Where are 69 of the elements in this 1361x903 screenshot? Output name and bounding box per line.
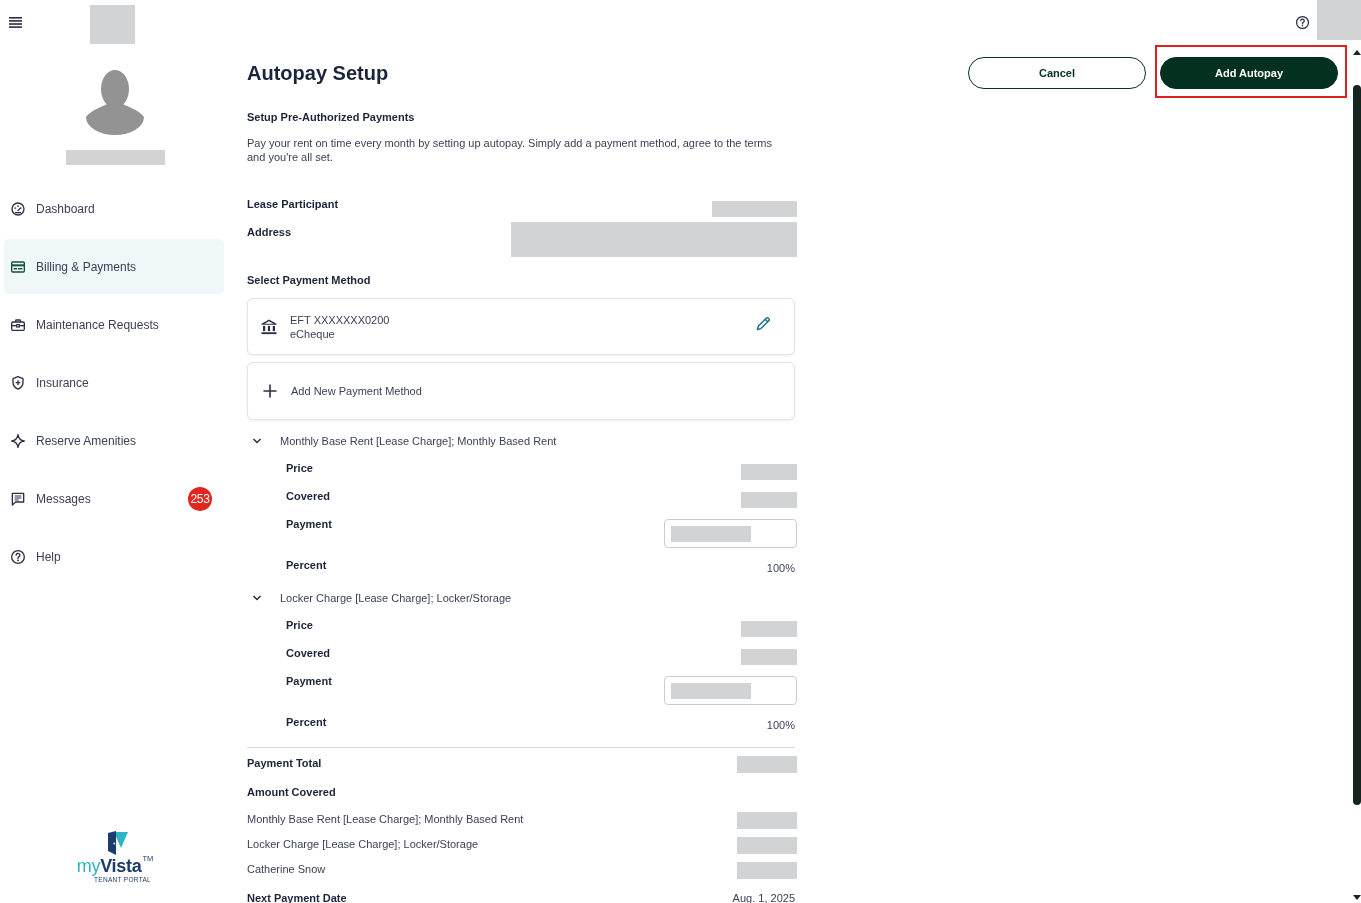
summary-label: Payment Total bbox=[247, 756, 322, 771]
intro-paragraph: Pay your rent on time every month by setting up autopay. Simply add a payment method, agree to the terms and you're all set. bbox=[247, 136, 774, 164]
avatar-silhouette bbox=[85, 70, 145, 135]
nav-item[interactable]: Help bbox=[4, 529, 224, 584]
method-title: EFT XXXXXXX0200 bbox=[290, 312, 390, 327]
scroll-down-icon[interactable] bbox=[1352, 895, 1361, 900]
bank-icon bbox=[260, 317, 278, 336]
add-autopay-button[interactable]: Add Autopay bbox=[1160, 57, 1338, 89]
field-label: Percent bbox=[286, 715, 327, 730]
section-heading: Select Payment Method bbox=[247, 273, 372, 288]
page-title: Autopay Setup bbox=[247, 61, 390, 85]
toolbox-icon bbox=[10, 316, 26, 333]
shield-plus-icon bbox=[10, 374, 26, 391]
summary-label: Amount Covered bbox=[247, 785, 336, 800]
redacted-block bbox=[741, 492, 797, 508]
gauge-icon bbox=[10, 200, 26, 217]
field-label: Covered bbox=[286, 489, 331, 504]
method-type: eCheque bbox=[290, 326, 335, 341]
cancel-button[interactable]: Cancel bbox=[968, 57, 1146, 89]
chevron-down-icon[interactable] bbox=[252, 436, 262, 446]
redacted-block bbox=[90, 5, 135, 44]
value-text: 100% bbox=[766, 561, 795, 576]
field-label: Percent bbox=[286, 558, 327, 573]
field-label: Payment bbox=[286, 517, 332, 532]
redacted-block bbox=[741, 464, 797, 480]
payment-input[interactable] bbox=[664, 519, 797, 548]
sparkle-icon bbox=[10, 432, 26, 449]
charge-title: Monthly Base Rent [Lease Charge]; Monthly Based Rent bbox=[280, 434, 557, 449]
help-icon bbox=[10, 548, 26, 565]
payment-input[interactable] bbox=[664, 676, 797, 705]
summary-label: Locker Charge [Lease Charge]; Locker/Storage bbox=[247, 837, 479, 852]
door-logo-icon bbox=[106, 831, 128, 855]
nav-item[interactable]: Reserve Amenities bbox=[4, 413, 224, 468]
redacted-block bbox=[741, 649, 797, 665]
value-text: 100% bbox=[766, 718, 795, 733]
summary-label: Catherine Snow bbox=[247, 862, 326, 877]
redacted-block bbox=[741, 621, 797, 637]
redacted-block bbox=[1317, 0, 1361, 40]
nav-item[interactable]: Messages 253 bbox=[4, 471, 224, 526]
pencil-icon[interactable] bbox=[755, 315, 772, 332]
plus-icon bbox=[263, 384, 277, 398]
logo-wordmark: myVista bbox=[76, 856, 142, 876]
payment-method-card[interactable]: EFT XXXXXXX0200 eCheque bbox=[247, 298, 795, 355]
field-label: Price bbox=[286, 618, 313, 633]
nav-item[interactable]: Billing & Payments bbox=[4, 239, 224, 294]
field-label: Covered bbox=[286, 646, 331, 661]
redacted-block bbox=[737, 756, 797, 773]
section-heading: Setup Pre-Authorized Payments bbox=[247, 110, 416, 125]
scrollbar-thumb[interactable] bbox=[1352, 85, 1361, 805]
field-label: Lease Participant bbox=[247, 197, 339, 212]
add-payment-method-button[interactable]: Add New Payment Method bbox=[247, 362, 795, 420]
scroll-up-icon[interactable] bbox=[1352, 50, 1361, 55]
redacted-block bbox=[737, 862, 797, 879]
nav-item[interactable]: Dashboard bbox=[4, 181, 224, 236]
menu-icon[interactable] bbox=[9, 17, 22, 28]
count-badge: 253 bbox=[188, 486, 212, 511]
summary-label: Monthly Base Rent [Lease Charge]; Monthly Based Rent bbox=[247, 812, 524, 827]
credit-card-icon bbox=[10, 258, 26, 275]
redacted-block bbox=[737, 837, 797, 854]
nav-item[interactable]: Maintenance Requests bbox=[4, 297, 224, 352]
message-icon bbox=[10, 490, 26, 507]
charge-title: Locker Charge [Lease Charge]; Locker/Storage bbox=[280, 591, 512, 606]
help-icon[interactable] bbox=[1295, 15, 1310, 30]
nav-item[interactable]: Insurance bbox=[4, 355, 224, 410]
field-label: Address bbox=[247, 225, 292, 240]
chevron-down-icon[interactable] bbox=[252, 593, 262, 603]
redacted-block bbox=[737, 812, 797, 829]
field-label: Payment bbox=[286, 674, 332, 689]
field-label: Price bbox=[286, 461, 313, 476]
